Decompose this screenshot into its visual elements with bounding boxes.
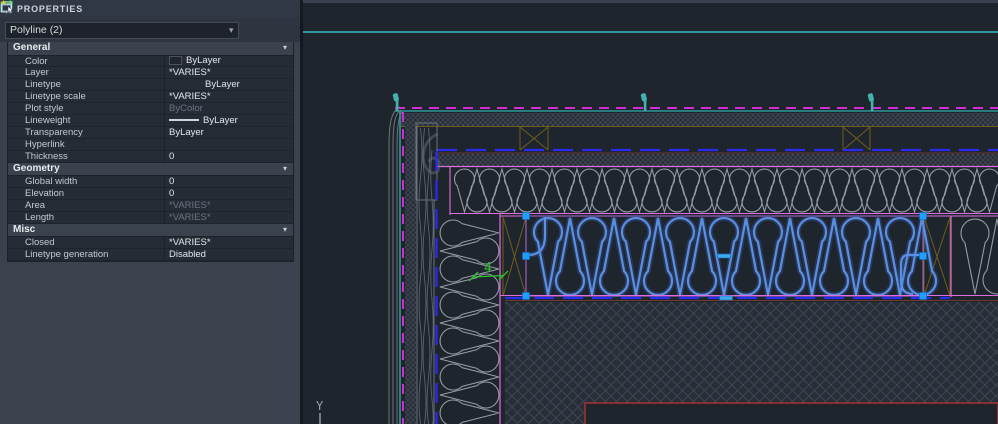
eave-curve (388, 106, 401, 149)
wood-grain (422, 127, 427, 424)
wall-insulation-batt (439, 219, 500, 424)
property-value[interactable]: ByLayer (164, 114, 293, 126)
section-header-misc[interactable]: Misc ▾ (8, 223, 293, 238)
property-label: Layer (25, 67, 49, 79)
property-label: Lineweight (25, 114, 71, 126)
selector-value: Polyline (2) (10, 24, 63, 36)
property-value[interactable]: 0 (164, 150, 293, 162)
roof-insulation-batt (453, 166, 998, 215)
property-row: Length *VARIES* (8, 211, 293, 224)
selection-grip[interactable] (522, 252, 530, 260)
collapse-icon[interactable]: ▾ (283, 163, 293, 176)
select-objects-icon[interactable] (0, 1, 276, 38)
palette-toolbar: Polyline (2) ▾ (0, 0, 300, 42)
property-label: Thickness (25, 150, 68, 162)
canvas-top-border (303, 0, 998, 3)
selection-grip[interactable] (919, 252, 927, 260)
property-row: Closed *VARIES* (8, 237, 293, 249)
pickadd-toggle-icon[interactable] (0, 0, 258, 38)
selection-grip[interactable] (919, 292, 927, 300)
property-value[interactable]: 0 (164, 176, 293, 187)
property-label: Global width (25, 176, 78, 187)
wood-grain (430, 149, 434, 424)
joist-cross-brace (519, 126, 549, 151)
property-label: Plot style (25, 103, 64, 114)
drawing-canvas[interactable]: 4Y (300, 0, 998, 424)
autocad-window: PROPERTIES Polyline (2) ▾ General ▾ Colo… (0, 0, 998, 424)
property-label: Linetype (25, 79, 61, 91)
property-label: Transparency (25, 126, 83, 138)
property-row: Elevation 0 (8, 187, 293, 200)
property-row: Layer *VARIES* (8, 67, 293, 80)
property-row: Transparency ByLayer (8, 126, 293, 139)
property-row: Hyperlink (8, 138, 293, 151)
wood-grain (418, 127, 423, 424)
properties-grid: General ▾ Color ByLayer Layer *VARIES* Linetyp… (7, 42, 294, 262)
slab-opening (584, 402, 998, 424)
quick-select-icon[interactable] (1, 0, 295, 38)
property-value[interactable]: ByLayer (164, 55, 293, 67)
property-label: Linetype generation (25, 248, 109, 260)
property-label: Elevation (25, 187, 65, 199)
roof-fastener-clip (392, 93, 399, 111)
property-label: Area (25, 199, 46, 211)
section-header-geometry[interactable]: Geometry ▾ (8, 162, 293, 177)
property-label: Linetype scale (25, 91, 86, 103)
property-value[interactable]: ByLayer (164, 79, 293, 91)
property-value: ByColor (164, 103, 293, 114)
property-value[interactable]: Disabled (164, 248, 293, 260)
property-value: *VARIES* (164, 211, 293, 223)
selection-grip[interactable] (522, 212, 530, 220)
color-swatch (169, 56, 182, 66)
property-row: Linetype scale *VARIES* (8, 91, 293, 104)
wall-sheathing-hatch (405, 113, 416, 424)
property-row: Global width 0 (8, 176, 293, 188)
selection-grip[interactable] (522, 292, 530, 300)
property-label: Color (25, 55, 48, 67)
property-label: Hyperlink (25, 138, 65, 150)
section-header-general[interactable]: General ▾ (8, 42, 293, 56)
selection-grip[interactable] (919, 212, 927, 220)
board-hatch (437, 154, 998, 166)
property-value[interactable]: *VARIES* (164, 67, 293, 79)
property-value[interactable]: 0 (164, 187, 293, 199)
model-space[interactable]: 4Y (303, 0, 998, 424)
dimension-value: 4 (484, 261, 492, 276)
property-row: Plot style ByColor (8, 103, 293, 115)
insulation-batt (960, 218, 998, 295)
collapse-icon[interactable]: ▾ (283, 224, 293, 237)
joist-cross-brace (842, 126, 871, 151)
collapse-icon[interactable]: ▾ (283, 42, 293, 55)
section-label: General (13, 42, 51, 53)
selection-midpoint-grip[interactable] (719, 295, 733, 301)
property-value[interactable]: *VARIES* (164, 237, 293, 248)
object-type-selector[interactable]: Polyline (2) ▾ (5, 21, 239, 39)
lineweight-preview (169, 119, 199, 122)
properties-palette: PROPERTIES Polyline (2) ▾ General ▾ Colo… (0, 0, 300, 424)
palette-titlebar[interactable]: PROPERTIES (0, 0, 300, 18)
property-value[interactable] (164, 138, 293, 150)
selection-midpoint-grip[interactable] (717, 253, 731, 259)
chevron-down-icon[interactable]: ▾ (229, 25, 234, 36)
property-value[interactable]: *VARIES* (164, 91, 293, 103)
section-label: Geometry (13, 162, 60, 174)
property-row: Lineweight ByLayer (8, 114, 293, 127)
property-label: Closed (25, 237, 55, 248)
property-label: Length (25, 211, 55, 223)
property-value[interactable]: ByLayer (164, 126, 293, 138)
section-label: Misc (13, 223, 36, 235)
property-row: Linetype ByLayer (8, 79, 293, 92)
property-row: Area *VARIES* (8, 199, 293, 212)
roof-deck-hatch (400, 113, 998, 126)
ucs-y-label: Y (316, 399, 324, 413)
roof-fastener-clip (867, 93, 874, 111)
property-row: Linetype generation Disabled (8, 248, 293, 261)
property-row: Color ByLayer (8, 55, 293, 68)
property-value: *VARIES* (164, 199, 293, 211)
palette-title: PROPERTIES (17, 4, 84, 14)
property-row: Thickness 0 (8, 150, 293, 163)
